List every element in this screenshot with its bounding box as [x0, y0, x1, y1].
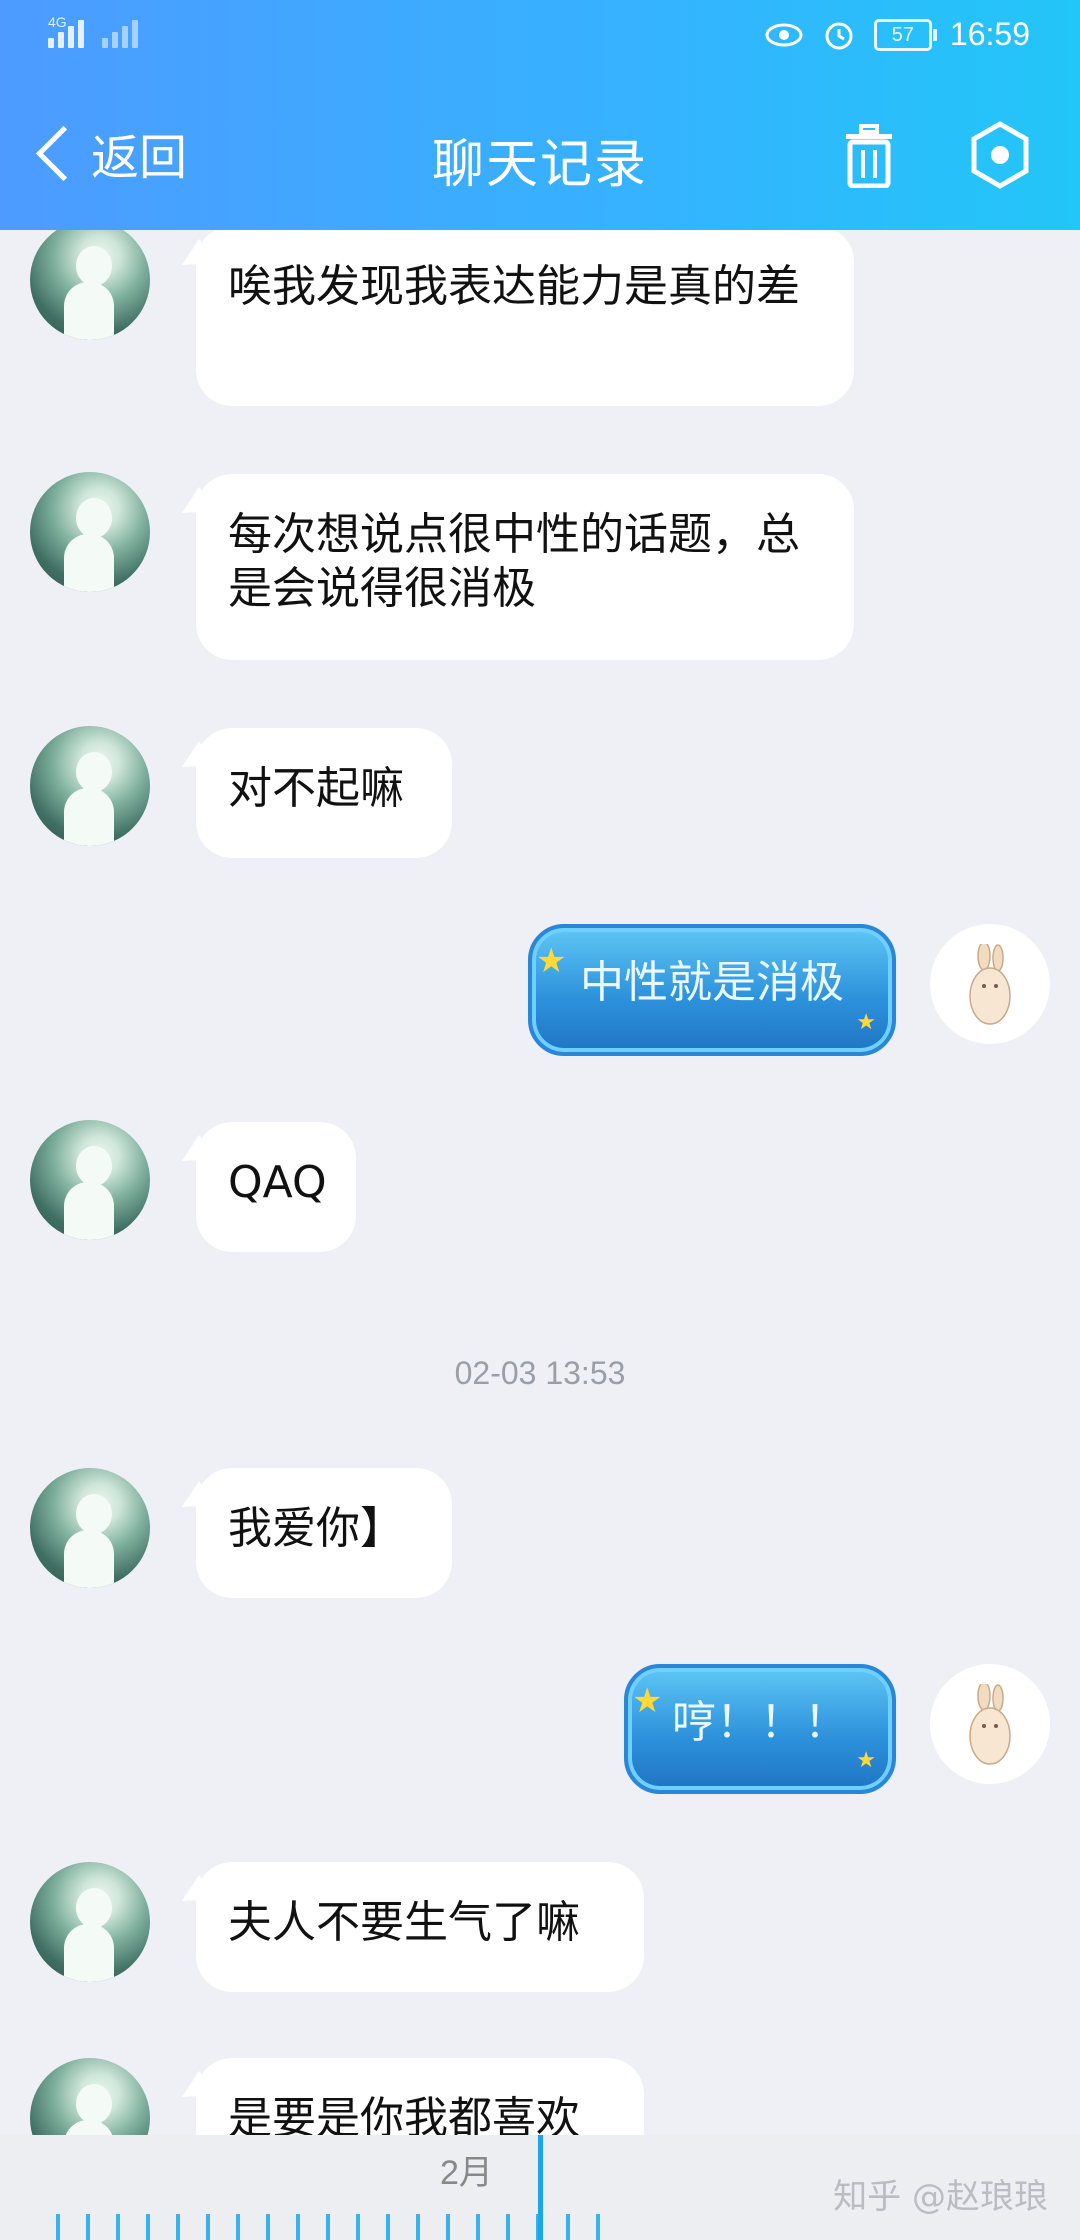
contact-avatar[interactable] — [30, 1120, 150, 1240]
message-bubble[interactable]: 我爱你】 — [196, 1468, 452, 1598]
message-text: 我爱你】 — [228, 1503, 404, 1554]
contact-avatar[interactable] — [30, 726, 150, 846]
message-text: 夫人不要生气了嘛 — [228, 1897, 580, 1948]
alarm-icon — [825, 22, 853, 49]
bunny-icon — [969, 1684, 1011, 1765]
eye-icon — [765, 23, 803, 46]
timestamp: 02-03 13:53 — [454, 1355, 626, 1391]
star-icon: ★ — [856, 1010, 876, 1035]
star-icon: ★ — [632, 1681, 663, 1721]
my-message-bubble[interactable]: ★ 哼！！！ ★ — [624, 1664, 896, 1794]
message-text: 每次想说点很中性的话题，总是会说得很消极 — [228, 509, 800, 614]
my-avatar[interactable] — [930, 1664, 1050, 1784]
header: 4G 57 16:59 返回 聊天记录 — [0, 0, 1080, 230]
date-ruler[interactable]: 2月 知乎 @赵琅琅 — [0, 2135, 1080, 2240]
message-text: 哼！！！ — [672, 1697, 848, 1748]
my-avatar[interactable] — [930, 924, 1050, 1044]
message-bubble[interactable]: 每次想说点很中性的话题，总是会说得很消极 — [196, 474, 854, 660]
bunny-icon — [969, 944, 1011, 1025]
contact-avatar[interactable] — [30, 1862, 150, 1982]
message-text: 对不起嘛 — [228, 763, 404, 814]
contact-avatar[interactable] — [30, 220, 150, 340]
signal-icon: 4G — [48, 14, 84, 48]
message-bubble[interactable]: 唉我发现我表达能力是真的差 — [196, 226, 854, 406]
battery-icon: 57 — [873, 18, 937, 51]
settings-icon[interactable] — [968, 120, 1032, 190]
ruler-indicator[interactable] — [538, 2135, 543, 2240]
message-text: QAQ — [228, 1157, 327, 1208]
signal-icon — [102, 20, 138, 48]
page-title: 聊天记录 — [431, 135, 648, 195]
trash-icon[interactable] — [840, 124, 898, 188]
message-text: 唉我发现我表达能力是真的差 — [228, 261, 800, 312]
message-bubble[interactable]: 对不起嘛 — [196, 728, 452, 858]
my-message-bubble[interactable]: ★ 中性就是消极 ★ — [528, 924, 896, 1056]
month-label: 2月 — [440, 2154, 493, 2192]
contact-avatar[interactable] — [30, 1468, 150, 1588]
star-icon: ★ — [856, 1748, 876, 1773]
message-bubble[interactable]: 夫人不要生气了嘛 — [196, 1862, 644, 1992]
message-text: 中性就是消极 — [580, 957, 844, 1008]
message-bubble[interactable]: QAQ — [196, 1122, 356, 1252]
status-bar: 4G 57 16:59 — [0, 0, 1080, 80]
chat-area[interactable]: 唉我发现我表达能力是真的差 每次想说点很中性的话题，总是会说得很消极 对不起嘛 … — [0, 0, 1080, 2240]
clock: 16:59 — [949, 16, 1030, 52]
ruler-ticks — [56, 2214, 600, 2240]
watermark: 知乎 @赵琅琅 — [833, 2177, 1048, 2217]
contact-avatar[interactable] — [30, 472, 150, 592]
star-icon: ★ — [536, 941, 567, 981]
